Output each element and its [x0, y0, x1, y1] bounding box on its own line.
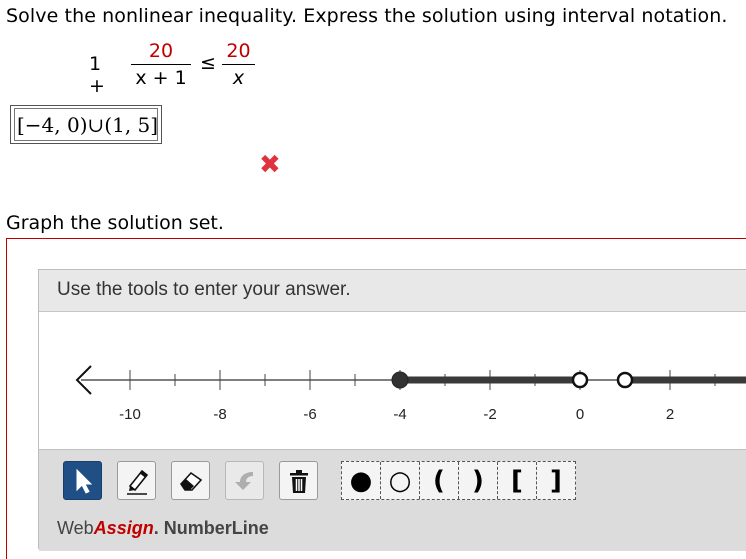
undo-tool[interactable]: [225, 461, 264, 500]
closed-endpoint: [391, 371, 409, 389]
answer-value: [−4, 0)∪(1, 5]: [14, 108, 158, 141]
numberline-widget: Use the tools to enter your answer. -10-…: [38, 269, 746, 551]
answer-field[interactable]: [−4, 0)∪(1, 5]: [10, 105, 162, 144]
open-dot-marker[interactable]: ○: [381, 462, 420, 499]
endpoint-markers: ● ○ ( ) [ ]: [341, 461, 576, 500]
trash-icon: [289, 469, 308, 493]
lhs-constant: 1 +: [89, 53, 105, 97]
pencil-icon: [126, 469, 148, 495]
open-endpoint: [571, 371, 589, 389]
pointer-tool[interactable]: [63, 461, 102, 500]
right-bracket-marker[interactable]: ]: [537, 462, 575, 499]
left-paren-marker[interactable]: (: [420, 462, 459, 499]
delete-tool[interactable]: [279, 461, 318, 500]
tick-label: -6: [303, 406, 316, 423]
tick-label: -10: [119, 406, 141, 423]
lhs-fraction-bar: [131, 64, 191, 65]
question-prompt: Solve the nonlinear inequality. Express …: [6, 5, 728, 27]
closed-dot-marker[interactable]: ●: [342, 462, 381, 499]
tool-bar: ● ○ ( ) [ ] WebAssign. NumberLine: [39, 449, 746, 551]
lhs-fraction: 20 x + 1: [131, 40, 191, 89]
rhs-numerator: 20: [226, 40, 251, 62]
rhs-fraction-bar: [222, 64, 255, 65]
open-endpoint: [616, 371, 634, 389]
eraser-tool[interactable]: [171, 461, 210, 500]
widget-instruction: Use the tools to enter your answer.: [39, 270, 746, 312]
webassign-logo: WebAssign. NumberLine: [57, 518, 269, 538]
tick-label: 0: [576, 406, 584, 423]
arrow-cursor-icon: [76, 468, 92, 494]
rhs-fraction: 20 x: [222, 40, 255, 89]
graph-label: Graph the solution set.: [6, 212, 224, 234]
incorrect-icon: ✖: [259, 150, 281, 180]
number-line-plot[interactable]: -10 -8 -6 -4 -2 0 2: [39, 311, 746, 449]
right-paren-marker[interactable]: ): [459, 462, 498, 499]
left-bracket-marker[interactable]: [: [498, 462, 537, 499]
tick-label: 2: [666, 406, 674, 423]
lhs-numerator: 20: [148, 40, 174, 62]
pencil-tool[interactable]: [117, 461, 156, 500]
eraser-icon: [179, 471, 202, 491]
relation-symbol: ≤: [200, 52, 216, 74]
tick-label: -4: [393, 406, 406, 423]
rhs-denominator: x: [232, 67, 245, 89]
lhs-denominator: x + 1: [135, 67, 187, 89]
tick-label: -2: [483, 406, 496, 423]
undo-icon: [234, 471, 253, 490]
tick-label: -8: [213, 406, 226, 423]
